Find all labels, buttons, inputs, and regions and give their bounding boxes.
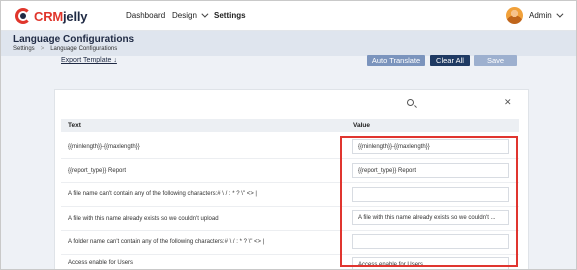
breadcrumb: Settings > Language Configurations: [13, 46, 117, 52]
save-button[interactable]: Save: [474, 55, 517, 66]
logo-icon: [15, 8, 31, 24]
translation-input[interactable]: {{minlength}}-{{maxlength}}: [352, 139, 509, 154]
breadcrumb-separator: >: [40, 46, 45, 52]
table-row: Access enable for Users Access enable fo…: [61, 255, 519, 269]
breadcrumb-settings[interactable]: Settings: [13, 46, 35, 52]
translation-input[interactable]: Access enable for Users: [352, 257, 509, 269]
page-title: Language Configurations: [13, 34, 135, 45]
brand-logo[interactable]: CRMjelly: [15, 7, 88, 25]
nav-settings[interactable]: Settings: [214, 11, 246, 20]
column-header-text: Text: [68, 122, 81, 129]
row-source-text: Access enable for Users: [68, 260, 134, 266]
row-source-text: A file name can't contain any of the fol…: [68, 191, 257, 197]
row-source-text: {{report_type}} Report: [68, 168, 127, 174]
auto-translate-button[interactable]: Auto Translate: [367, 55, 425, 66]
nav-dashboard[interactable]: Dashboard: [126, 11, 165, 20]
table-row: A file with this name already exists so …: [61, 207, 519, 231]
nav-design[interactable]: Design: [172, 10, 209, 20]
row-source-text: A file with this name already exists so …: [68, 216, 219, 222]
table-row: {{report_type}} Report {{report_type}} R…: [61, 159, 519, 183]
logo-text: CRMjelly: [34, 8, 88, 24]
chevron-down-icon: [201, 10, 209, 18]
user-menu[interactable]: Admin: [529, 10, 564, 20]
table-row: A file name can't contain any of the fol…: [61, 183, 519, 207]
translation-input[interactable]: A file with this name already exists so …: [352, 210, 509, 225]
row-source-text: {{minlength}}-{{maxlength}}: [68, 144, 140, 150]
breadcrumb-current: Language Configurations: [50, 46, 118, 52]
top-navigation: CRMjelly Dashboard Design Settings Admin: [1, 1, 576, 31]
column-header-value: Value: [353, 122, 370, 129]
app-window: CRMjelly Dashboard Design Settings Admin…: [0, 0, 577, 270]
search-input[interactable]: [417, 96, 505, 108]
close-icon[interactable]: ✕: [504, 97, 512, 107]
row-source-text: A folder name can't contain any of the f…: [68, 239, 265, 245]
avatar[interactable]: [506, 7, 523, 24]
table-row: A folder name can't contain any of the f…: [61, 231, 519, 255]
table-header: Text Value: [61, 119, 519, 132]
search-icon: [407, 99, 414, 106]
translation-input[interactable]: {{report_type}} Report: [352, 163, 509, 178]
translation-input[interactable]: [352, 234, 509, 249]
export-template-link[interactable]: Export Template ↓: [61, 57, 117, 64]
clear-all-button[interactable]: Clear All: [430, 55, 470, 66]
table-row: {{minlength}}-{{maxlength}} {{minlength}…: [61, 135, 519, 159]
translation-input[interactable]: [352, 187, 509, 202]
chevron-down-icon: [556, 10, 564, 18]
